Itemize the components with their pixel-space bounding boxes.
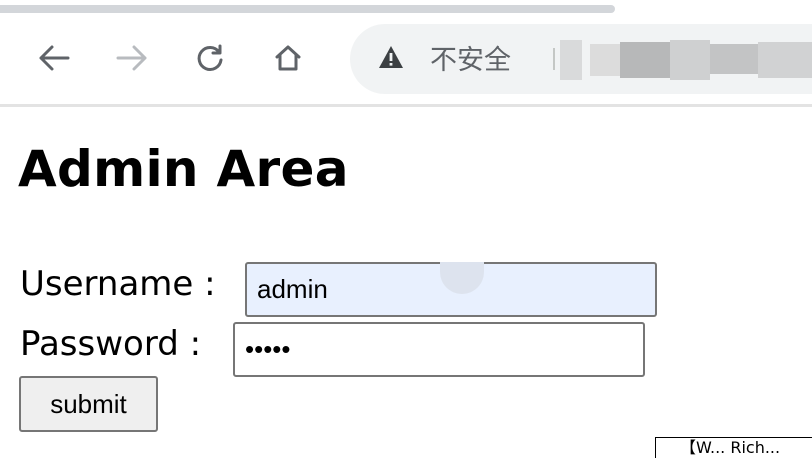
password-input[interactable]	[233, 322, 645, 377]
tab-strip	[0, 0, 812, 18]
arrow-right-icon	[116, 45, 147, 71]
tab-strip-edge	[0, 5, 615, 13]
warning-triangle-icon[interactable]	[378, 45, 404, 69]
back-button[interactable]	[34, 38, 74, 78]
toolbar-divider	[0, 104, 812, 107]
reload-button[interactable]	[190, 38, 230, 78]
forward-button[interactable]	[112, 38, 152, 78]
redacted-url-segment	[758, 42, 812, 78]
redacted-url-segment	[590, 44, 620, 76]
home-button[interactable]	[268, 38, 308, 78]
redacted-url-segment	[670, 40, 710, 80]
redacted-url[interactable]	[560, 40, 582, 80]
page-title: Admin Area	[18, 140, 349, 198]
not-secure-label[interactable]: 不安全	[430, 38, 511, 77]
submit-button[interactable]: submit	[19, 376, 158, 432]
redacted-url-segment	[620, 42, 670, 78]
password-label: Password :	[20, 324, 202, 364]
corner-popup: 【W... Rich...	[655, 437, 812, 458]
arrow-left-icon	[39, 45, 70, 71]
reload-icon	[197, 44, 223, 71]
home-icon	[275, 45, 301, 71]
url-separator	[553, 48, 555, 70]
username-label: Username :	[20, 264, 216, 304]
redacted-url-segment	[710, 44, 758, 74]
